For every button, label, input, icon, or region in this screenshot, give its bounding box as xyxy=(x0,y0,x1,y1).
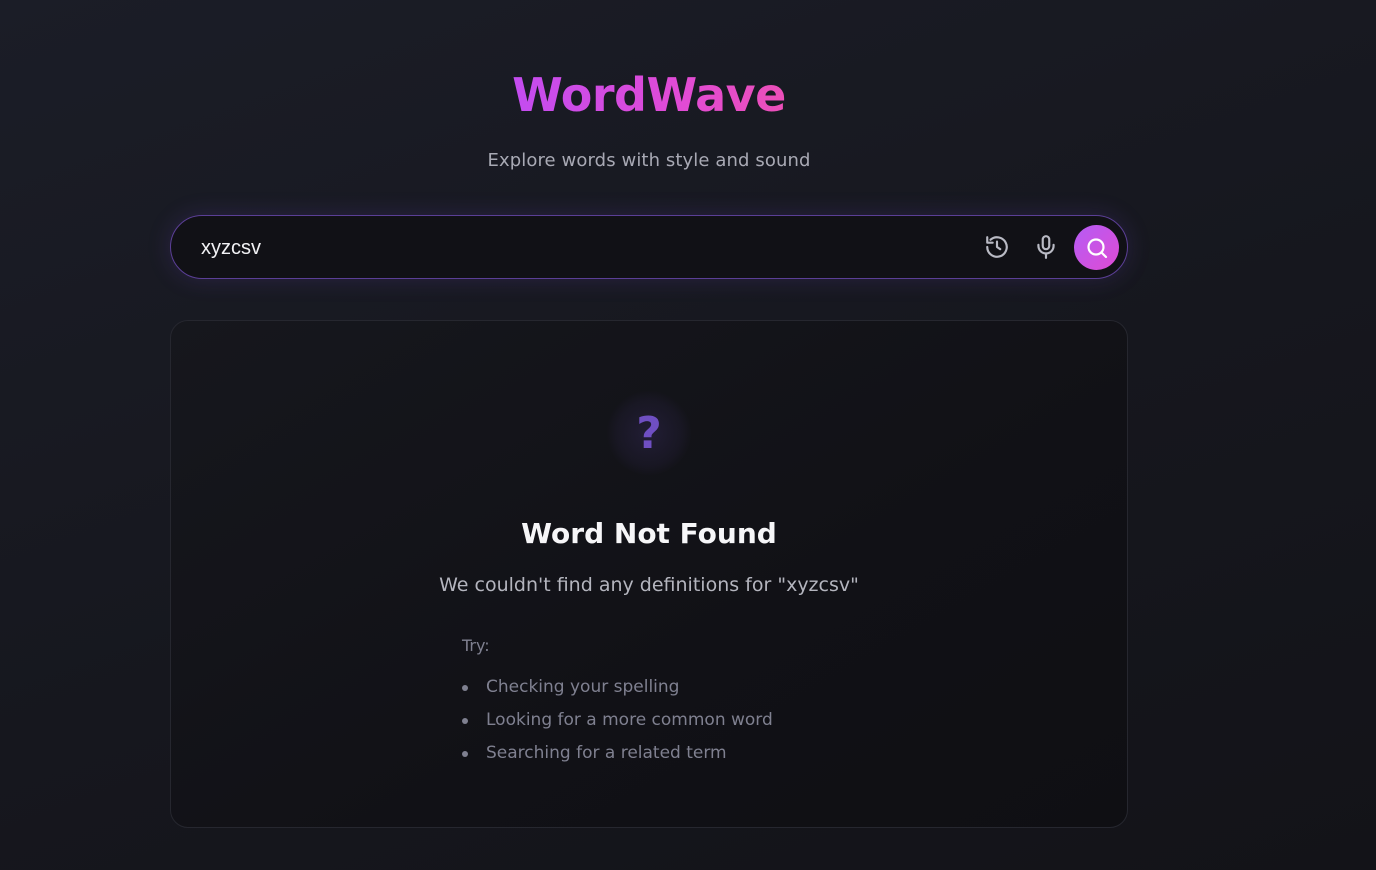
history-icon xyxy=(986,236,1008,258)
suggestions-list: Checking your spelling Looking for a mor… xyxy=(462,671,862,770)
not-found-title: Word Not Found xyxy=(521,517,777,550)
suggestion-item: Searching for a related term xyxy=(462,737,862,770)
search-button[interactable] xyxy=(1074,225,1119,270)
search-input[interactable] xyxy=(199,216,963,280)
suggestions-label: Try: xyxy=(462,636,490,655)
app-header: WordWave Explore words with style and so… xyxy=(0,64,1376,171)
question-mark-icon: ? xyxy=(607,391,691,475)
suggestion-item: Looking for a more common word xyxy=(462,704,862,737)
question-mark-glyph: ? xyxy=(636,408,662,459)
microphone-button[interactable] xyxy=(1030,231,1062,263)
app-subtitle: Explore words with style and sound xyxy=(487,150,811,171)
microphone-icon xyxy=(1037,235,1055,259)
app-title: WordWave xyxy=(512,64,786,126)
search-icon xyxy=(1086,237,1107,258)
suggestions-block: Try: Checking your spelling Looking for … xyxy=(462,635,862,770)
history-button[interactable] xyxy=(981,231,1013,263)
suggestion-item: Checking your spelling xyxy=(462,671,862,704)
not-found-message: We couldn't find any definitions for "xy… xyxy=(439,574,859,596)
search-bar xyxy=(170,215,1128,280)
result-card: ? Word Not Found We couldn't find any de… xyxy=(170,320,1128,828)
